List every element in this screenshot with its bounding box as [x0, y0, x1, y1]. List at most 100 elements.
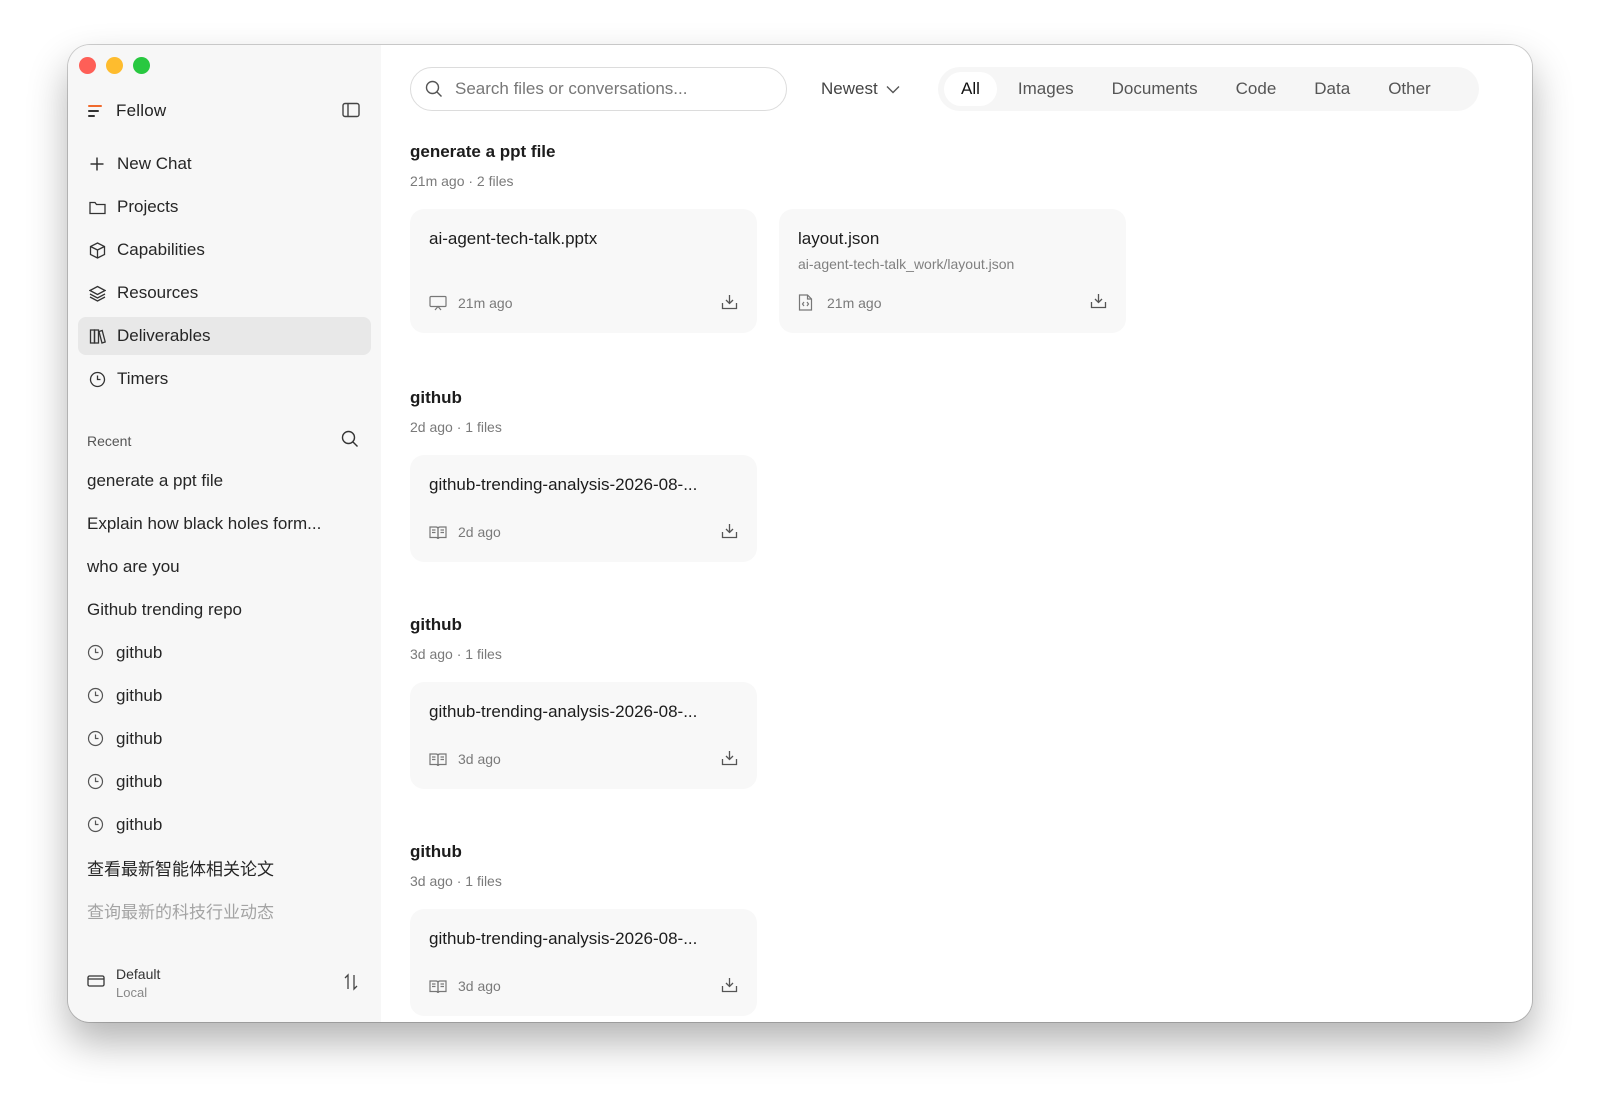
download-icon[interactable] [1090, 293, 1107, 309]
filter-tab-other[interactable]: Other [1371, 72, 1448, 106]
filter-tab-all[interactable]: All [944, 72, 997, 106]
filter-tab-images[interactable]: Images [1001, 72, 1091, 106]
recent-item[interactable]: github [87, 803, 359, 846]
file-time: 3d ago [458, 978, 501, 994]
deliverable-group: generate a ppt file 21m ago · 2 files ai… [410, 142, 1410, 333]
deliverable-group: github 2d ago · 1 files github-trending-… [410, 388, 1410, 562]
main-nav: New Chat Projects Capabilities Resources… [78, 145, 371, 403]
recent-item-label: github [116, 685, 163, 705]
filter-tab-data[interactable]: Data [1297, 72, 1367, 106]
recent-item-label: github [116, 814, 163, 834]
recent-list: generate a ppt file Explain how black ho… [87, 459, 359, 932]
sidebar-toggle-icon[interactable] [342, 102, 360, 118]
group-meta: 2d ago · 1 files [410, 419, 502, 435]
file-card[interactable]: layout.json ai-agent-tech-talk_work/layo… [779, 209, 1126, 333]
nav-item-new-chat[interactable]: New Chat [78, 145, 371, 183]
file-card[interactable]: github-trending-analysis-2026-08-... 3d … [410, 682, 757, 789]
recent-item-label: 查询最新的科技行业动态 [87, 903, 274, 922]
nav-item-label: New Chat [117, 154, 192, 173]
deliverable-group: github 3d ago · 1 files github-trending-… [410, 615, 1410, 789]
file-name: ai-agent-tech-talk.pptx [429, 229, 598, 248]
file-card[interactable]: github-trending-analysis-2026-08-... 2d … [410, 455, 757, 562]
books-icon [88, 327, 106, 345]
nav-item-capabilities[interactable]: Capabilities [78, 231, 371, 269]
window-controls [79, 57, 150, 74]
recent-item[interactable]: 查询最新的科技行业动态 [87, 889, 359, 932]
file-time: 2d ago [458, 524, 501, 540]
recent-item[interactable]: Explain how black holes form... [87, 502, 359, 545]
workspace-name: Default [116, 966, 161, 982]
search-icon[interactable] [341, 430, 359, 451]
clock-icon [87, 687, 105, 705]
recent-header: Recent [87, 430, 359, 451]
layers-icon [88, 284, 106, 302]
file-card-footer: 21m ago [798, 294, 1107, 311]
recent-item-label: Explain how black holes form... [87, 513, 322, 533]
filter-tab-code[interactable]: Code [1219, 72, 1294, 106]
filter-tabs: All Images Documents Code Data Other [938, 67, 1479, 111]
deliverable-group: github 3d ago · 1 files github-trending-… [410, 842, 1410, 1016]
nav-item-label: Capabilities [117, 240, 205, 259]
switch-arrows-icon[interactable] [343, 973, 359, 996]
book-icon [429, 979, 447, 994]
recent-item[interactable]: generate a ppt file [87, 459, 359, 502]
group-title[interactable]: github [410, 615, 1410, 635]
recent-item[interactable]: github [87, 760, 359, 803]
group-meta: 3d ago · 1 files [410, 646, 502, 662]
recent-item[interactable]: Github trending repo [87, 588, 359, 631]
brand: Fellow [88, 97, 360, 125]
minimize-window-button[interactable] [106, 57, 123, 74]
file-card-footer: 3d ago [429, 978, 738, 994]
clock-icon [88, 370, 106, 388]
recent-item[interactable]: who are you [87, 545, 359, 588]
cube-icon [88, 241, 106, 259]
filter-tab-documents[interactable]: Documents [1095, 72, 1215, 106]
plus-icon [88, 155, 106, 173]
workspace-names: Default Local [116, 966, 160, 1000]
slides-icon [429, 295, 447, 311]
recent-item[interactable]: github [87, 717, 359, 760]
file-name: github-trending-analysis-2026-08-... [429, 702, 698, 721]
nav-item-label: Projects [117, 197, 179, 216]
download-icon[interactable] [721, 294, 738, 310]
download-icon[interactable] [721, 977, 738, 993]
group-meta: 3d ago · 1 files [410, 873, 502, 889]
recent-item[interactable]: github [87, 631, 359, 674]
group-title[interactable]: generate a ppt file [410, 142, 1410, 162]
nav-item-projects[interactable]: Projects [78, 188, 371, 226]
nav-item-deliverables[interactable]: Deliverables [78, 317, 371, 355]
download-icon[interactable] [721, 750, 738, 766]
file-cards: ai-agent-tech-talk.pptx 21m ago layout.j… [410, 209, 1410, 333]
file-card[interactable]: github-trending-analysis-2026-08-... 3d … [410, 909, 757, 1016]
nav-item-resources[interactable]: Resources [78, 274, 371, 312]
sidebar: Fellow New Chat Projects Capabilities Re… [68, 45, 381, 1022]
code-file-icon [798, 294, 816, 311]
group-title[interactable]: github [410, 842, 1410, 862]
nav-item-label: Deliverables [117, 326, 211, 345]
recent-heading: Recent [87, 432, 132, 449]
book-icon [429, 525, 447, 540]
recent-item-label: github [116, 728, 163, 748]
sort-label: Newest [821, 79, 878, 98]
maximize-window-button[interactable] [133, 57, 150, 74]
file-card-footer: 2d ago [429, 524, 738, 540]
workspace-switcher[interactable]: Default Local [87, 963, 359, 1003]
fellow-logo-icon [88, 103, 104, 119]
recent-item-label: github [116, 642, 163, 662]
download-icon[interactable] [721, 523, 738, 539]
close-window-button[interactable] [79, 57, 96, 74]
file-card[interactable]: ai-agent-tech-talk.pptx 21m ago [410, 209, 757, 333]
sort-dropdown[interactable]: Newest [821, 75, 900, 103]
recent-item[interactable]: 查看最新智能体相关论文 [87, 846, 359, 889]
nav-item-label: Resources [117, 283, 199, 302]
nav-item-timers[interactable]: Timers [78, 360, 371, 398]
file-card-footer: 21m ago [429, 295, 738, 311]
group-title[interactable]: github [410, 388, 1410, 408]
search-box[interactable] [410, 67, 787, 111]
file-name: github-trending-analysis-2026-08-... [429, 475, 698, 494]
file-cards: github-trending-analysis-2026-08-... 3d … [410, 682, 1410, 789]
recent-item-label: 查看最新智能体相关论文 [87, 860, 274, 879]
deliverables-main: Newest All Images Documents Code Data Ot… [381, 45, 1532, 1022]
search-input[interactable] [455, 79, 755, 99]
recent-item[interactable]: github [87, 674, 359, 717]
